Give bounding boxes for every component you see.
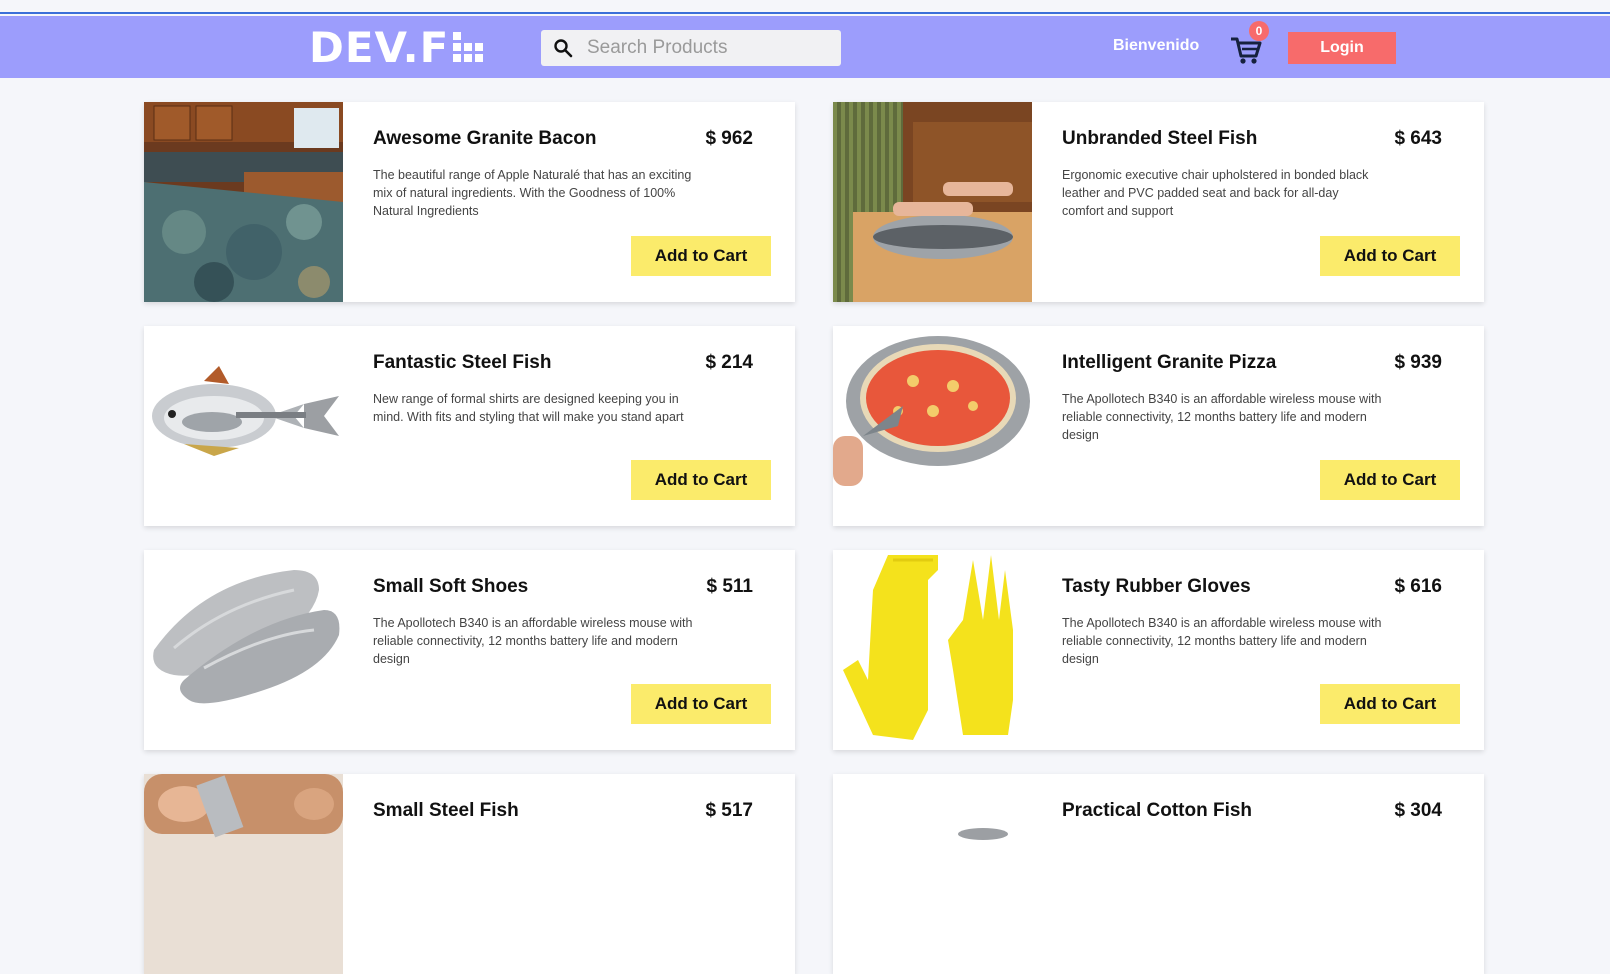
product-description: Ergonomic executive chair upholstered in… <box>1062 168 1369 218</box>
product-description: New range of formal shirts are designed … <box>373 392 684 424</box>
cart-count-badge: 0 <box>1249 21 1269 41</box>
product-image[interactable] <box>144 550 343 750</box>
product-image[interactable] <box>833 326 1032 526</box>
add-to-cart-button[interactable]: Add to Cart <box>1320 684 1460 724</box>
product-card: Intelligent Granite Pizza $ 939 The Apol… <box>833 326 1484 526</box>
product-image[interactable] <box>144 774 343 974</box>
top-border <box>0 12 1610 14</box>
product-title[interactable]: Fantastic Steel Fish <box>373 352 551 374</box>
product-title[interactable]: Small Soft Shoes <box>373 576 528 598</box>
product-card: Fantastic Steel Fish $ 214 New range of … <box>144 326 795 526</box>
product-description: The Apollotech B340 is an affordable wir… <box>1062 392 1382 442</box>
logo[interactable]: DEV.F <box>309 23 484 72</box>
product-price: $ 517 <box>705 800 753 821</box>
login-button[interactable]: Login <box>1288 32 1396 64</box>
add-to-cart-button[interactable]: Add to Cart <box>631 460 771 500</box>
product-image[interactable] <box>833 550 1032 750</box>
product-image[interactable] <box>144 102 343 302</box>
product-description: The Apollotech B340 is an affordable wir… <box>373 616 693 666</box>
product-card: Small Steel Fish $ 517 <box>144 774 795 974</box>
product-price: $ 616 <box>1394 576 1442 597</box>
product-description: The beautiful range of Apple Naturalé th… <box>373 168 692 218</box>
product-title[interactable]: Intelligent Granite Pizza <box>1062 352 1276 374</box>
welcome-text: Bienvenido <box>1113 37 1200 54</box>
product-price: $ 643 <box>1394 128 1442 149</box>
product-title[interactable]: Tasty Rubber Gloves <box>1062 576 1251 598</box>
product-image[interactable] <box>833 102 1032 302</box>
product-price: $ 214 <box>705 352 753 373</box>
product-card: Awesome Granite Bacon $ 962 The beautifu… <box>144 102 795 302</box>
product-title[interactable]: Awesome Granite Bacon <box>373 128 597 150</box>
product-title[interactable]: Unbranded Steel Fish <box>1062 128 1257 150</box>
navbar: DEV.F Bienvenido 0 Login <box>0 16 1610 78</box>
product-title[interactable]: Practical Cotton Fish <box>1062 800 1252 822</box>
product-price: $ 304 <box>1394 800 1442 821</box>
product-card: Unbranded Steel Fish $ 643 Ergonomic exe… <box>833 102 1484 302</box>
add-to-cart-button[interactable]: Add to Cart <box>631 236 771 276</box>
product-card: Tasty Rubber Gloves $ 616 The Apollotech… <box>833 550 1484 750</box>
product-price: $ 511 <box>706 576 754 597</box>
search-icon <box>553 38 573 58</box>
logo-text: DEV.F <box>309 22 450 72</box>
add-to-cart-button[interactable]: Add to Cart <box>1320 236 1460 276</box>
product-image[interactable] <box>833 774 1032 974</box>
product-image[interactable] <box>144 326 343 526</box>
logo-dots-icon <box>453 32 484 62</box>
product-description: The Apollotech B340 is an affordable wir… <box>1062 616 1382 666</box>
search-bar <box>541 30 841 66</box>
product-card: Small Soft Shoes $ 511 The Apollotech B3… <box>144 550 795 750</box>
add-to-cart-button[interactable]: Add to Cart <box>1320 460 1460 500</box>
product-title[interactable]: Small Steel Fish <box>373 800 519 822</box>
add-to-cart-button[interactable]: Add to Cart <box>631 684 771 724</box>
search-input[interactable] <box>585 36 829 60</box>
product-price: $ 962 <box>705 128 753 149</box>
product-card: Practical Cotton Fish $ 304 <box>833 774 1484 974</box>
product-price: $ 939 <box>1394 352 1442 373</box>
